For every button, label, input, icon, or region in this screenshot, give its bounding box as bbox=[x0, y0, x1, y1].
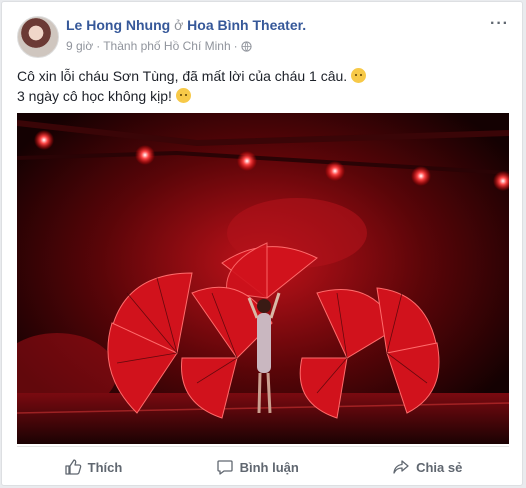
post-text: Cô xin lỗi cháu Sơn Tùng, đã mất lời của… bbox=[17, 66, 512, 106]
post-location[interactable]: Thành phố Hồ Chí Minh bbox=[103, 39, 230, 53]
globe-icon[interactable] bbox=[240, 40, 252, 52]
post-line-1-text: Cô xin lỗi cháu Sơn Tùng, đã mất lời của… bbox=[17, 68, 348, 84]
stage-photo-image bbox=[17, 113, 509, 444]
post-time[interactable]: 9 giờ bbox=[66, 39, 93, 53]
share-icon bbox=[393, 460, 409, 474]
post-line-2: 3 ngày cô học không kịp! bbox=[17, 86, 512, 106]
comment-button[interactable]: Bình luận bbox=[216, 458, 299, 476]
thumbs-up-icon bbox=[64, 459, 81, 475]
avatar[interactable] bbox=[17, 16, 59, 58]
more-options-button[interactable]: ··· bbox=[490, 15, 509, 33]
post-photo[interactable] bbox=[17, 113, 509, 444]
like-label: Thích bbox=[87, 459, 123, 475]
comment-icon bbox=[216, 460, 233, 475]
share-button[interactable]: Chia sẻ bbox=[392, 458, 462, 476]
post-line-2-text: 3 ngày cô học không kịp! bbox=[17, 88, 172, 104]
sad-face-emoji bbox=[351, 68, 367, 83]
post-actions: Thích Bình luận Chia sẻ bbox=[17, 446, 509, 487]
worried-face-emoji bbox=[175, 88, 191, 103]
post-header: Le Hong Nhung ở Hoa Bình Theater. bbox=[66, 17, 306, 33]
like-button[interactable]: Thích bbox=[64, 458, 123, 476]
meta-separator: · bbox=[96, 39, 101, 53]
at-word: ở bbox=[174, 17, 184, 33]
post-card: Le Hong Nhung ở Hoa Bình Theater. 9 giờ … bbox=[1, 1, 523, 486]
place-name[interactable]: Hoa Bình Theater. bbox=[187, 17, 306, 33]
post-meta: 9 giờ · Thành phố Hồ Chí Minh · bbox=[66, 39, 252, 53]
meta-separator-2: · bbox=[233, 39, 238, 53]
author-name[interactable]: Le Hong Nhung bbox=[66, 17, 170, 33]
comment-label: Bình luận bbox=[239, 459, 299, 475]
share-label: Chia sẻ bbox=[416, 459, 463, 475]
post-line-1: Cô xin lỗi cháu Sơn Tùng, đã mất lời của… bbox=[17, 66, 512, 86]
